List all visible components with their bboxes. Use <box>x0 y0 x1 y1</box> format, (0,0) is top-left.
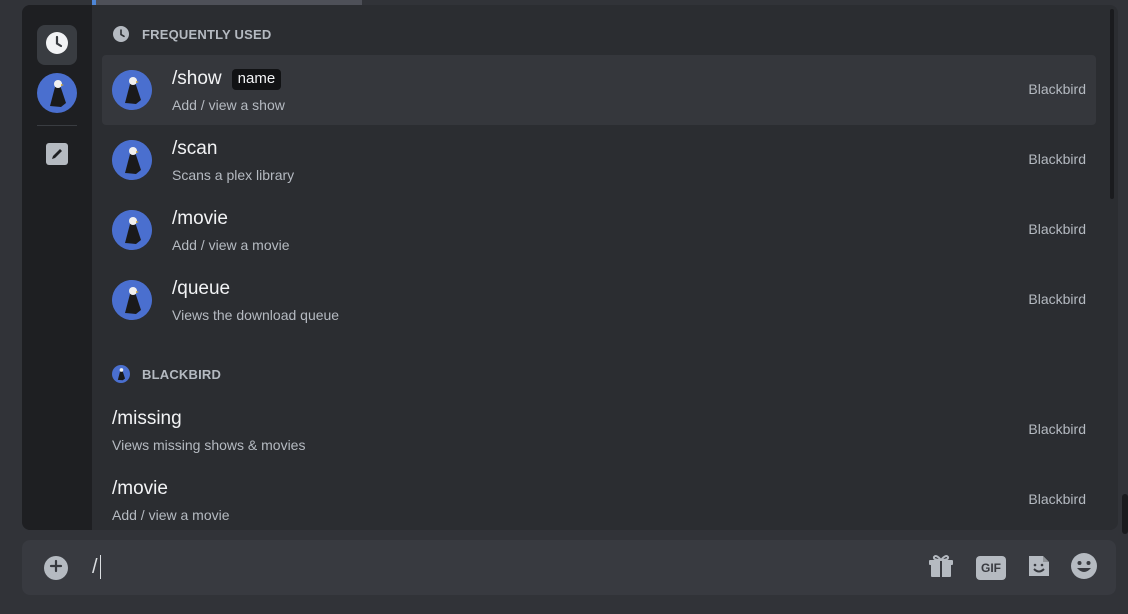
blackbird-category-button[interactable] <box>37 72 77 118</box>
message-input[interactable]: / <box>92 552 892 582</box>
command-name: /missing <box>112 408 182 429</box>
section-title: BLACKBIRD <box>142 366 222 382</box>
command-source: Blackbird <box>1028 221 1086 237</box>
attach-plus-button[interactable] <box>44 556 68 580</box>
emoji-icon <box>1070 552 1098 585</box>
clock-icon <box>112 25 130 43</box>
command-item-movie[interactable]: /movie Add / view a movie Blackbird <box>102 465 1096 530</box>
command-source: Blackbird <box>1028 291 1086 307</box>
command-item-show[interactable]: /show name Add / view a show Blackbird <box>102 55 1096 125</box>
command-name: /show <box>172 68 222 89</box>
bot-avatar <box>112 365 130 383</box>
popup-scrollbar-thumb[interactable] <box>1110 9 1114 199</box>
gif-button[interactable]: GIF <box>975 554 1007 582</box>
bot-avatar <box>112 140 152 180</box>
command-name: /scan <box>172 138 218 159</box>
gift-icon <box>928 553 954 584</box>
frequently-used-category-button[interactable] <box>37 25 77 65</box>
command-autocomplete-popup: FREQUENTLY USED /show name Add / view a … <box>22 5 1118 530</box>
gift-button[interactable] <box>927 554 955 582</box>
command-item-queue[interactable]: /queue Views the download queue Blackbir… <box>102 265 1096 335</box>
command-list: FREQUENTLY USED /show name Add / view a … <box>102 5 1106 530</box>
bot-avatar <box>112 70 152 110</box>
command-category-rail <box>22 5 92 530</box>
command-description: Scans a plex library <box>172 167 295 183</box>
message-composer: / GIF <box>22 540 1116 595</box>
clock-icon <box>45 31 69 60</box>
command-option-pill[interactable]: name <box>231 68 282 90</box>
blackbird-header: BLACKBIRD <box>112 365 221 383</box>
bot-avatar <box>112 210 152 250</box>
command-source: Blackbird <box>1028 81 1086 97</box>
bot-avatar <box>112 280 152 320</box>
gif-icon: GIF <box>976 556 1006 580</box>
text-caret <box>99 555 101 579</box>
edit-category-button[interactable] <box>41 140 73 172</box>
command-item-missing[interactable]: /missing Views missing shows & movies Bl… <box>102 395 1096 465</box>
bot-avatar <box>37 72 77 118</box>
rail-divider <box>37 125 77 126</box>
command-name: /movie <box>172 208 228 229</box>
command-source: Blackbird <box>1028 491 1086 507</box>
command-description: Views the download queue <box>172 307 340 323</box>
pencil-icon <box>46 142 68 170</box>
sticker-icon <box>1026 553 1052 584</box>
message-input-text: / <box>92 555 98 578</box>
sticker-button[interactable] <box>1025 554 1053 582</box>
command-source: Blackbird <box>1028 151 1086 167</box>
command-name: /movie <box>112 478 168 499</box>
page-scrollbar-thumb[interactable] <box>1122 494 1128 534</box>
plus-icon <box>49 559 63 578</box>
command-description: Views missing shows & movies <box>112 437 306 453</box>
command-source: Blackbird <box>1028 421 1086 437</box>
section-title: FREQUENTLY USED <box>142 26 272 42</box>
command-description: Add / view a show <box>172 97 285 113</box>
frequently-used-header: FREQUENTLY USED <box>112 25 271 43</box>
command-item-scan[interactable]: /scan Scans a plex library Blackbird <box>102 125 1096 195</box>
command-item-movie[interactable]: /movie Add / view a movie Blackbird <box>102 195 1096 265</box>
command-description: Add / view a movie <box>172 237 290 253</box>
command-description: Add / view a movie <box>112 507 230 523</box>
emoji-button[interactable] <box>1070 552 1098 585</box>
command-name: /queue <box>172 278 231 299</box>
